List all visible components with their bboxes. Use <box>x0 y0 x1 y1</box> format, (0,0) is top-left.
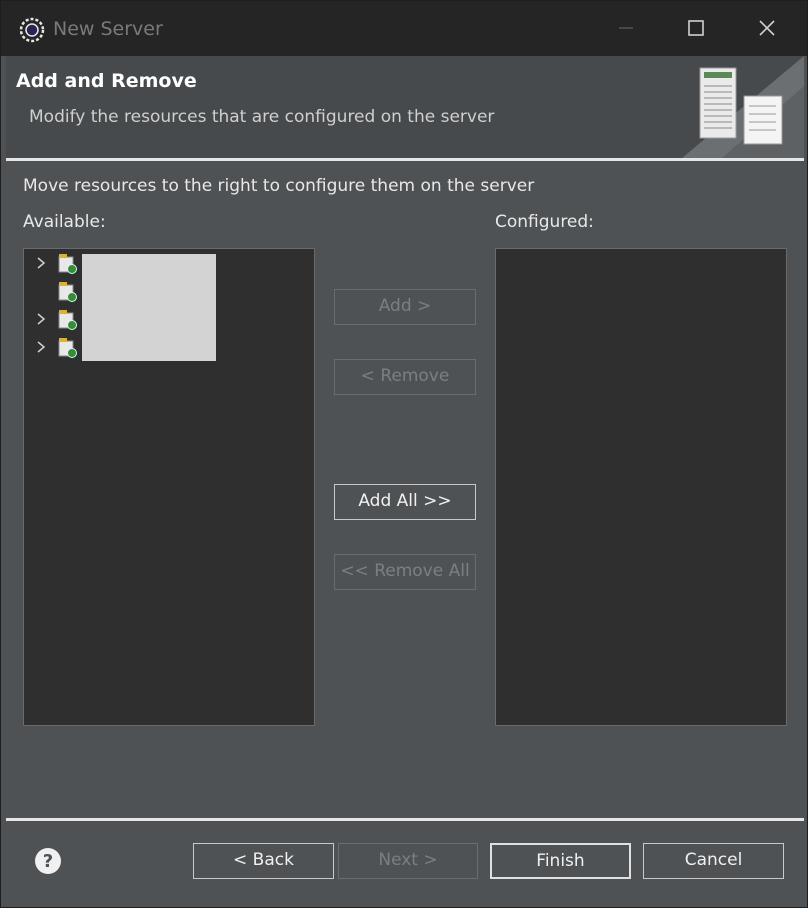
footer-divider <box>6 818 804 821</box>
window-title: New Server <box>53 18 163 40</box>
chevron-right-icon[interactable] <box>34 312 48 326</box>
add-all-button[interactable]: Add All >> <box>334 484 476 520</box>
configured-label: Configured: <box>495 212 594 232</box>
remove-all-button[interactable]: << Remove All <box>334 554 476 590</box>
page-description: Modify the resources that are configured… <box>29 107 495 127</box>
title-bar: New Server <box>1 1 807 56</box>
wizard-banner: Add and Remove Modify the resources that… <box>6 56 804 158</box>
project-icon <box>58 282 77 302</box>
redacted-names <box>82 254 216 361</box>
finish-button[interactable]: Finish <box>490 843 631 879</box>
banner-divider <box>6 158 804 161</box>
chevron-right-icon[interactable] <box>34 256 48 270</box>
page-title: Add and Remove <box>16 70 197 92</box>
project-icon <box>58 338 77 358</box>
remove-button[interactable]: < Remove <box>334 359 476 395</box>
help-icon[interactable]: ? <box>33 846 63 876</box>
minimize-icon[interactable] <box>611 13 641 43</box>
available-list[interactable] <box>23 248 315 726</box>
add-button[interactable]: Add > <box>334 289 476 325</box>
maximize-icon[interactable] <box>681 13 711 43</box>
next-button[interactable]: Next > <box>338 843 478 879</box>
back-button[interactable]: < Back <box>193 843 334 879</box>
close-icon[interactable] <box>752 13 782 43</box>
svg-text:?: ? <box>43 851 53 872</box>
server-icon <box>682 56 804 158</box>
configured-list[interactable] <box>495 248 787 726</box>
project-icon <box>58 310 77 330</box>
cancel-button[interactable]: Cancel <box>643 843 784 879</box>
instruction-text: Move resources to the right to configure… <box>23 176 535 196</box>
eclipse-icon <box>19 17 45 43</box>
available-label: Available: <box>23 212 106 232</box>
new-server-dialog: New Server Add and Remove Modify the res… <box>0 0 808 908</box>
project-icon <box>58 254 77 274</box>
chevron-right-icon[interactable] <box>34 340 48 354</box>
